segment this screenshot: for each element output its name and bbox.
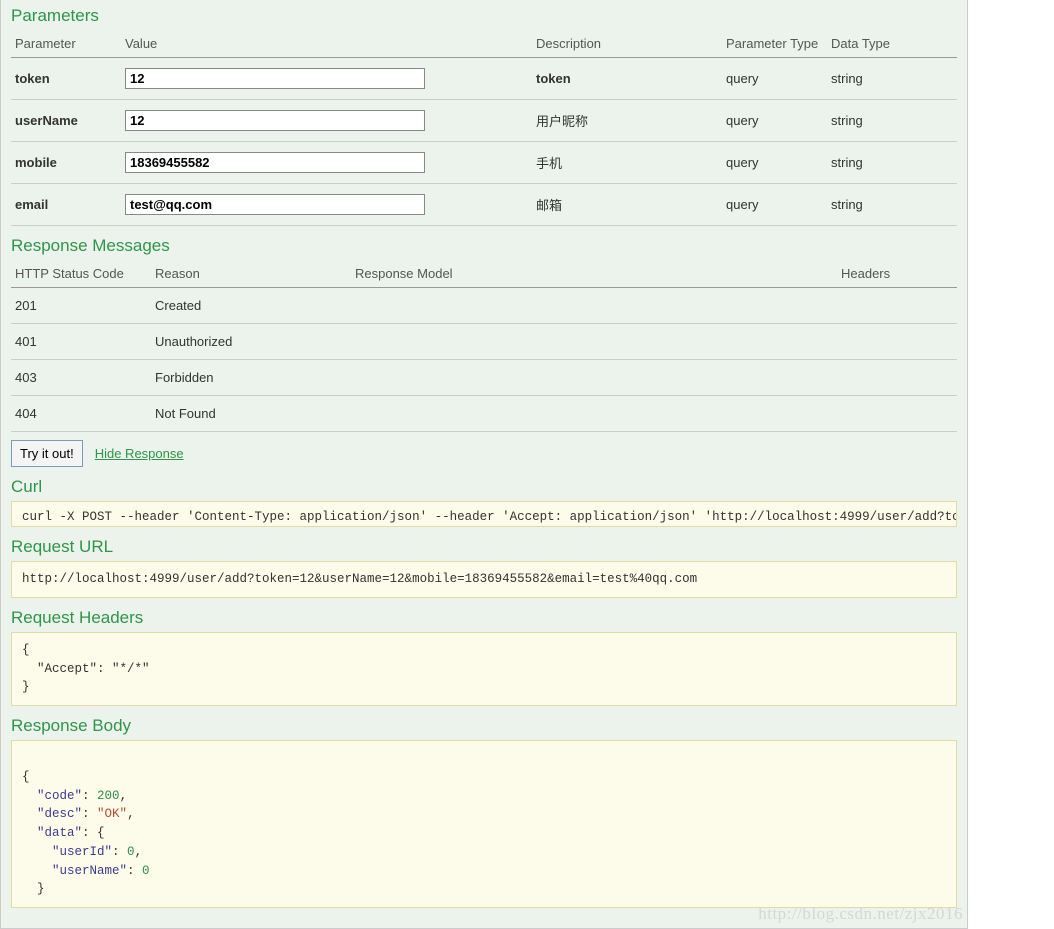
response-body-block: { "code": 200, "desc": "OK", "data": { "… <box>11 740 957 908</box>
col-param-type: Parameter Type <box>722 30 827 58</box>
try-it-out-button[interactable]: Try it out! <box>11 440 83 467</box>
resp-headers <box>837 360 957 396</box>
resp-code: 403 <box>11 360 151 396</box>
col-reason: Reason <box>151 260 351 288</box>
resp-model <box>351 396 837 432</box>
col-description: Description <box>532 30 722 58</box>
curl-command: curl -X POST --header 'Content-Type: app… <box>22 510 956 524</box>
param-desc: 手机 <box>532 142 722 184</box>
param-input-userName[interactable] <box>125 110 425 131</box>
table-row: 401Unauthorized <box>11 324 957 360</box>
col-data-type: Data Type <box>827 30 957 58</box>
resp-reason: Created <box>151 288 351 324</box>
hide-response-link[interactable]: Hide Response <box>95 446 184 461</box>
param-input-email[interactable] <box>125 194 425 215</box>
parameters-table: Parameter Value Description Parameter Ty… <box>11 30 957 226</box>
table-row: mobile 手机querystring <box>11 142 957 184</box>
table-row: 201Created <box>11 288 957 324</box>
resp-model <box>351 324 837 360</box>
curl-scroll[interactable]: curl -X POST --header 'Content-Type: app… <box>12 502 956 526</box>
param-type: query <box>722 100 827 142</box>
request-headers-block: { "Accept": "*/*" } <box>11 632 957 706</box>
col-value: Value <box>121 30 532 58</box>
resp-model <box>351 360 837 396</box>
response-messages-heading: Response Messages <box>11 236 957 256</box>
col-http-status: HTTP Status Code <box>11 260 151 288</box>
resp-code: 404 <box>11 396 151 432</box>
resp-reason: Unauthorized <box>151 324 351 360</box>
param-name: userName <box>11 100 121 142</box>
param-desc: 用户昵称 <box>532 100 722 142</box>
resp-reason: Forbidden <box>151 360 351 396</box>
table-row: email 邮箱querystring <box>11 184 957 226</box>
table-row: tokentokenquerystring <box>11 58 957 100</box>
curl-heading: Curl <box>11 477 957 497</box>
request-url-block: http://localhost:4999/user/add?token=12&… <box>11 561 957 598</box>
param-dtype: string <box>827 184 957 226</box>
curl-block: curl -X POST --header 'Content-Type: app… <box>11 501 957 527</box>
param-name: mobile <box>11 142 121 184</box>
col-headers: Headers <box>837 260 957 288</box>
param-type: query <box>722 58 827 100</box>
resp-headers <box>837 288 957 324</box>
param-input-token[interactable] <box>125 68 425 89</box>
resp-headers <box>837 324 957 360</box>
table-row: 403Forbidden <box>11 360 957 396</box>
resp-code: 201 <box>11 288 151 324</box>
col-parameter: Parameter <box>11 30 121 58</box>
response-body-heading: Response Body <box>11 716 957 736</box>
col-response-model: Response Model <box>351 260 837 288</box>
param-input-mobile[interactable] <box>125 152 425 173</box>
parameters-heading: Parameters <box>11 0 957 26</box>
table-row: userName 用户昵称querystring <box>11 100 957 142</box>
resp-model <box>351 288 837 324</box>
table-row: 404Not Found <box>11 396 957 432</box>
param-dtype: string <box>827 100 957 142</box>
param-desc: token <box>532 58 722 100</box>
resp-code: 401 <box>11 324 151 360</box>
resp-headers <box>837 396 957 432</box>
param-name: email <box>11 184 121 226</box>
param-desc: 邮箱 <box>532 184 722 226</box>
request-headers-heading: Request Headers <box>11 608 957 628</box>
response-messages-table: HTTP Status Code Reason Response Model H… <box>11 260 957 432</box>
request-url-heading: Request URL <box>11 537 957 557</box>
resp-reason: Not Found <box>151 396 351 432</box>
param-name: token <box>11 58 121 100</box>
param-dtype: string <box>827 58 957 100</box>
param-type: query <box>722 184 827 226</box>
param-dtype: string <box>827 142 957 184</box>
param-type: query <box>722 142 827 184</box>
